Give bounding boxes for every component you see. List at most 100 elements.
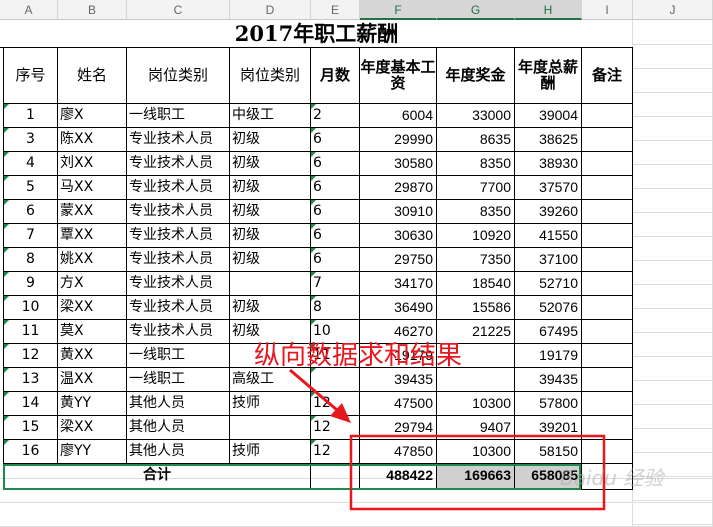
total-base-salary-cell[interactable]: 488422 bbox=[360, 464, 437, 490]
table-cell[interactable]: 6 bbox=[311, 152, 360, 176]
table-cell[interactable]: 专业技术人员 bbox=[127, 248, 230, 272]
table-cell[interactable]: 2 bbox=[311, 104, 360, 128]
table-cell[interactable] bbox=[582, 320, 633, 344]
column-header-E[interactable]: E bbox=[311, 0, 360, 20]
table-cell[interactable] bbox=[582, 104, 633, 128]
table-cell[interactable]: 36490 bbox=[360, 296, 437, 320]
table-cell[interactable]: 陈XX bbox=[58, 128, 127, 152]
table-cell[interactable] bbox=[582, 392, 633, 416]
table-cell[interactable]: 9 bbox=[4, 272, 58, 296]
table-cell[interactable]: 38625 bbox=[515, 128, 582, 152]
table-cell[interactable]: 8635 bbox=[437, 128, 515, 152]
table-cell[interactable]: 6 bbox=[311, 200, 360, 224]
table-cell[interactable]: 37570 bbox=[515, 176, 582, 200]
table-cell[interactable] bbox=[582, 296, 633, 320]
table-cell[interactable]: 初级 bbox=[230, 224, 311, 248]
table-cell[interactable]: 37100 bbox=[515, 248, 582, 272]
table-cell[interactable] bbox=[230, 272, 311, 296]
header-cell[interactable]: 月数 bbox=[311, 47, 360, 104]
header-cell[interactable]: 序号 bbox=[4, 47, 58, 104]
table-cell[interactable]: 67495 bbox=[515, 320, 582, 344]
table-cell[interactable]: 39435 bbox=[515, 368, 582, 392]
column-header-F[interactable]: F bbox=[360, 0, 437, 20]
header-cell[interactable]: 年度奖金 bbox=[437, 47, 515, 104]
table-cell[interactable]: 19179 bbox=[515, 344, 582, 368]
table-cell[interactable]: 34170 bbox=[360, 272, 437, 296]
spreadsheet[interactable]: A B C D E F G H I J 2017年职工薪酬 序号 姓名 岗位类别 岗位类别 月数 年度基本工资年… bbox=[0, 0, 713, 527]
table-cell[interactable]: 莫X bbox=[58, 320, 127, 344]
table-cell[interactable]: 33000 bbox=[437, 104, 515, 128]
column-header-B[interactable]: B bbox=[58, 0, 127, 20]
table-cell[interactable]: 专业技术人员 bbox=[127, 128, 230, 152]
table-cell[interactable]: 一线职工 bbox=[127, 104, 230, 128]
table-cell[interactable]: 廖X bbox=[58, 104, 127, 128]
table-cell[interactable]: 6 bbox=[311, 176, 360, 200]
table-cell[interactable]: 29990 bbox=[360, 128, 437, 152]
table-cell[interactable]: 梁XX bbox=[58, 416, 127, 440]
table-cell[interactable]: 14 bbox=[4, 392, 58, 416]
table-cell[interactable]: 6 bbox=[311, 248, 360, 272]
table-cell[interactable]: 6 bbox=[311, 224, 360, 248]
table-cell[interactable]: 30910 bbox=[360, 200, 437, 224]
table-cell[interactable] bbox=[582, 344, 633, 368]
table-cell[interactable]: 一线职工 bbox=[127, 368, 230, 392]
table-cell[interactable]: 47850 bbox=[360, 440, 437, 464]
table-cell[interactable]: 专业技术人员 bbox=[127, 272, 230, 296]
table-cell[interactable] bbox=[582, 440, 633, 464]
table-cell[interactable]: 7 bbox=[311, 272, 360, 296]
header-cell[interactable]: 岗位类别 bbox=[230, 47, 311, 104]
table-cell[interactable]: 15586 bbox=[437, 296, 515, 320]
table-cell[interactable] bbox=[582, 152, 633, 176]
table-cell[interactable]: 10300 bbox=[437, 440, 515, 464]
table-cell[interactable]: 7 bbox=[4, 224, 58, 248]
table-cell[interactable]: 初级 bbox=[230, 128, 311, 152]
table-cell[interactable]: 初级 bbox=[230, 152, 311, 176]
table-cell[interactable] bbox=[437, 368, 515, 392]
column-header-I[interactable]: I bbox=[582, 0, 633, 20]
table-cell[interactable]: 马XX bbox=[58, 176, 127, 200]
table-cell[interactable]: 12 bbox=[4, 344, 58, 368]
table-cell[interactable]: 29794 bbox=[360, 416, 437, 440]
table-cell[interactable]: 6004 bbox=[360, 104, 437, 128]
table-cell[interactable]: 29870 bbox=[360, 176, 437, 200]
table-cell[interactable]: 专业技术人员 bbox=[127, 320, 230, 344]
table-cell[interactable]: 高级工 bbox=[230, 368, 311, 392]
table-cell[interactable]: 初级 bbox=[230, 296, 311, 320]
header-cell[interactable]: 年度总薪酬 bbox=[515, 47, 582, 104]
table-cell[interactable]: 廖YY bbox=[58, 440, 127, 464]
table-cell[interactable]: 专业技术人员 bbox=[127, 152, 230, 176]
table-cell[interactable]: 8350 bbox=[437, 152, 515, 176]
table-cell[interactable] bbox=[582, 272, 633, 296]
table-cell[interactable]: 11 bbox=[4, 320, 58, 344]
table-cell[interactable]: 技师 bbox=[230, 440, 311, 464]
table-cell[interactable]: 47500 bbox=[360, 392, 437, 416]
table-cell[interactable]: 覃XX bbox=[58, 224, 127, 248]
sheet-title[interactable]: 2017年职工薪酬 bbox=[0, 20, 633, 48]
column-header-A[interactable]: A bbox=[0, 0, 58, 20]
table-cell[interactable]: 专业技术人员 bbox=[127, 176, 230, 200]
table-cell[interactable]: 4 bbox=[4, 152, 58, 176]
column-header-C[interactable]: C bbox=[127, 0, 230, 20]
table-cell[interactable]: 其他人员 bbox=[127, 416, 230, 440]
table-cell[interactable]: 10 bbox=[4, 296, 58, 320]
table-cell[interactable]: 一线职工 bbox=[127, 344, 230, 368]
table-cell[interactable]: 姚XX bbox=[58, 248, 127, 272]
table-cell[interactable]: 29750 bbox=[360, 248, 437, 272]
table-cell[interactable]: 专业技术人员 bbox=[127, 224, 230, 248]
table-cell[interactable]: 3 bbox=[4, 128, 58, 152]
table-cell[interactable]: 30580 bbox=[360, 152, 437, 176]
table-cell[interactable] bbox=[582, 416, 633, 440]
table-cell[interactable] bbox=[582, 248, 633, 272]
table-cell[interactable]: 30630 bbox=[360, 224, 437, 248]
table-cell[interactable] bbox=[582, 224, 633, 248]
table-cell[interactable]: 12 bbox=[311, 392, 360, 416]
table-cell[interactable]: 其他人员 bbox=[127, 392, 230, 416]
column-header-H[interactable]: H bbox=[515, 0, 582, 20]
table-cell[interactable]: 10300 bbox=[437, 392, 515, 416]
header-cell[interactable]: 备注 bbox=[582, 47, 633, 104]
table-cell[interactable]: 57800 bbox=[515, 392, 582, 416]
total-bonus-cell[interactable]: 169663 bbox=[437, 464, 515, 490]
table-cell[interactable]: 黄YY bbox=[58, 392, 127, 416]
total-label-cell[interactable]: 合计 bbox=[4, 464, 311, 490]
table-cell[interactable] bbox=[582, 368, 633, 392]
